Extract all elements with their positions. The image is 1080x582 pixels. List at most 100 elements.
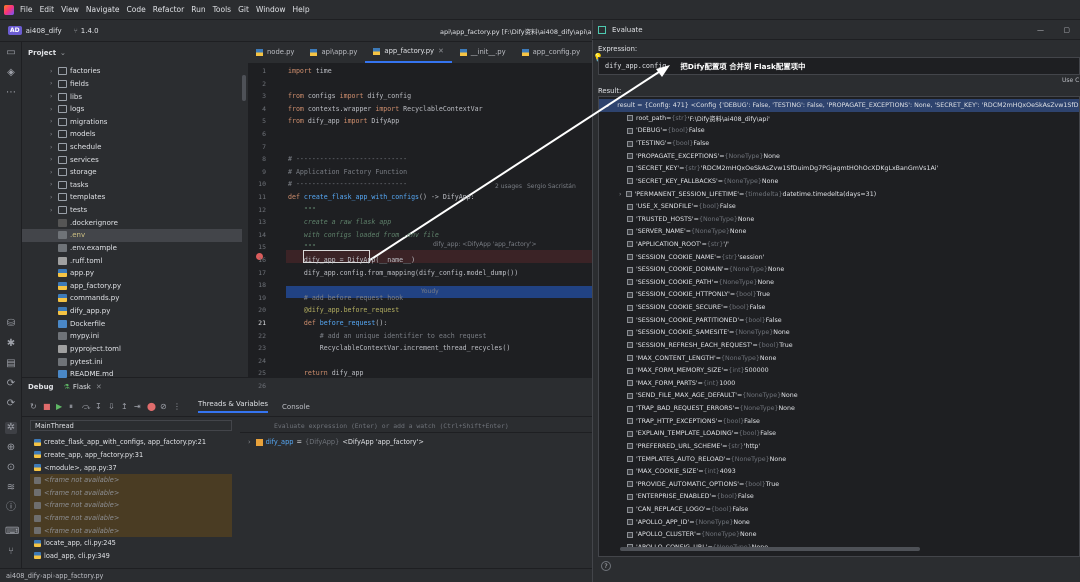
code-line[interactable]: from dify_app import DifyApp: [288, 117, 399, 125]
code-line[interactable]: RecyclableContextVar.increment_thread_re…: [288, 344, 511, 352]
help-icon[interactable]: ?: [601, 561, 611, 571]
result-row[interactable]: 'USE_X_SENDFILE' = {bool} False: [599, 200, 1079, 213]
result-row[interactable]: 'MAX_FORM_MEMORY_SIZE' = {int} 500000: [599, 364, 1079, 377]
result-row[interactable]: 'EXPLAIN_TEMPLATE_LOADING' = {bool} Fals…: [599, 428, 1079, 441]
code-line[interactable]: from configs import dify_config: [288, 92, 411, 100]
breadcrumb-item[interactable]: ai408_dify: [6, 572, 40, 580]
code-line[interactable]: return dify_app: [288, 369, 364, 377]
result-row[interactable]: 'SESSION_COOKIE_NAME' = {str} 'session': [599, 251, 1079, 264]
use-console-label[interactable]: Use C: [1062, 77, 1079, 84]
python-packages-icon[interactable]: ✱: [5, 338, 17, 350]
stack-frame[interactable]: create_flask_app_with_configs, app_facto…: [30, 436, 232, 449]
services-icon[interactable]: ⊕: [5, 442, 17, 454]
breadcrumb-item[interactable]: api: [43, 572, 53, 580]
menu-refactor[interactable]: Refactor: [153, 5, 184, 14]
menu-edit[interactable]: Edit: [40, 5, 55, 14]
view-breakpoints-icon[interactable]: ⬤: [147, 402, 156, 411]
menu-git[interactable]: Git: [238, 5, 249, 14]
project-item[interactable]: README.md: [22, 368, 242, 381]
code-line[interactable]: # ----------------------------: [288, 155, 407, 163]
result-row[interactable]: 'SESSION_COOKIE_HTTPONLY' = {bool} True: [599, 289, 1079, 302]
chevron-right-icon[interactable]: ›: [50, 118, 58, 125]
result-row[interactable]: 'TRAP_BAD_REQUEST_ERRORS' = {NoneType} N…: [599, 402, 1079, 415]
project-item[interactable]: .env: [22, 229, 242, 242]
chevron-right-icon[interactable]: ›: [50, 68, 58, 75]
commit-tool-icon[interactable]: ◈: [5, 67, 17, 79]
result-row[interactable]: 'SECRET_KEY' = {str} 'RDCM2mHQxOeSkAsZvw…: [599, 162, 1079, 175]
step-into-my-code-icon[interactable]: ⇩: [108, 402, 116, 411]
close-icon[interactable]: ✕: [438, 47, 444, 55]
result-row[interactable]: 'PREFERRED_URL_SCHEME' = {str} 'http': [599, 440, 1079, 453]
tab--init-py[interactable]: __init__.py: [452, 41, 514, 63]
chevron-right-icon[interactable]: ›: [50, 181, 58, 188]
chevron-right-icon[interactable]: ›: [248, 438, 251, 446]
code-line[interactable]: # Application Factory Function: [288, 168, 407, 176]
chevron-right-icon[interactable]: ›: [50, 156, 58, 163]
project-item[interactable]: › storage: [22, 166, 242, 179]
code-line[interactable]: # add an unique identifier to each reque…: [288, 332, 487, 340]
result-row[interactable]: 'SESSION_COOKIE_PARTITIONED' = {bool} Fa…: [599, 314, 1079, 327]
variable-row[interactable]: › dify_app = {DifyApp} <DifyApp 'app_fac…: [248, 438, 424, 446]
result-row[interactable]: 'SERVER_NAME' = {NoneType} None: [599, 226, 1079, 239]
project-item[interactable]: Dockerfile: [22, 317, 242, 330]
menu-file[interactable]: File: [20, 5, 33, 14]
result-row[interactable]: 'TEMPLATES_AUTO_RELOAD' = {NoneType} Non…: [599, 453, 1079, 466]
menu-run[interactable]: Run: [191, 5, 205, 14]
tab-api-app-py[interactable]: api\app.py: [302, 41, 365, 63]
minimize-icon[interactable]: —: [1037, 26, 1044, 34]
project-item[interactable]: pyproject.toml: [22, 343, 242, 356]
menu-help[interactable]: Help: [293, 5, 310, 14]
stack-frame[interactable]: <frame not available>: [30, 499, 232, 512]
result-row[interactable]: 'MAX_CONTENT_LENGTH' = {NoneType} None: [599, 352, 1079, 365]
project-item[interactable]: .env.example: [22, 242, 242, 255]
menu-code[interactable]: Code: [127, 5, 146, 14]
code-line[interactable]: # ----------------------------: [288, 180, 407, 188]
result-tree[interactable]: ⌄ result = {Config: 471} <Config {'DEBUG'…: [598, 96, 1080, 557]
code-line[interactable]: # add before request hook: [288, 294, 403, 302]
debug-tool-icon[interactable]: ✲: [5, 422, 17, 434]
result-row[interactable]: 'TRUSTED_HOSTS' = {NoneType} None: [599, 213, 1079, 226]
menu-view[interactable]: View: [61, 5, 79, 14]
code-line[interactable]: """: [288, 243, 316, 251]
menu-tools[interactable]: Tools: [213, 5, 231, 14]
stack-frame[interactable]: <frame not available>: [30, 524, 232, 537]
chevron-right-icon[interactable]: ›: [50, 93, 58, 100]
breadcrumb-item[interactable]: app_factory.py: [55, 572, 103, 580]
result-header-row[interactable]: ⌄ result = {Config: 471} <Config {'DEBUG'…: [599, 99, 1079, 112]
step-into-icon[interactable]: ↧: [95, 402, 103, 411]
project-item[interactable]: › models: [22, 128, 242, 141]
stop-icon[interactable]: ■: [43, 402, 51, 411]
terminal-icon[interactable]: ⌨: [5, 526, 19, 538]
code-line[interactable]: def create_flask_app_with_configs() -> D…: [288, 193, 475, 201]
result-row[interactable]: 'MAX_FORM_PARTS' = {int} 1000: [599, 377, 1079, 390]
chevron-right-icon[interactable]: ›: [50, 106, 58, 113]
maximize-icon[interactable]: ▢: [1063, 26, 1070, 34]
result-row[interactable]: 'APOLLO_APP_ID' = {NoneType} None: [599, 516, 1079, 529]
project-item[interactable]: › tasks: [22, 179, 242, 192]
chevron-down-icon[interactable]: ⌄: [605, 102, 610, 109]
project-item[interactable]: › templates: [22, 191, 242, 204]
project-item[interactable]: pytest.ini: [22, 355, 242, 368]
flask-config-tab[interactable]: Flask: [73, 383, 91, 391]
project-item[interactable]: dify_app.py: [22, 305, 242, 318]
tab-app-factory-py[interactable]: app_factory.py ✕: [365, 41, 452, 63]
result-row[interactable]: 'DEBUG' = {bool} False: [599, 125, 1079, 138]
code-line[interactable]: def before_request():: [288, 319, 387, 327]
chevron-right-icon[interactable]: ›: [50, 80, 58, 87]
result-row[interactable]: › 'PERMANENT_SESSION_LIFETIME' = {timedel…: [599, 188, 1079, 201]
code-line[interactable]: dify_app = DifyApp(__name__): [288, 256, 415, 264]
result-row[interactable]: 'CAN_REPLACE_LOGO' = {bool} False: [599, 503, 1079, 516]
project-item[interactable]: › services: [22, 153, 242, 166]
code-line[interactable]: create a raw flask app: [288, 218, 391, 226]
result-row[interactable]: 'PROVIDE_AUTOMATIC_OPTIONS' = {bool} Tru…: [599, 478, 1079, 491]
stack-frame[interactable]: <frame not available>: [30, 511, 232, 525]
stack-frame[interactable]: <module>, app.py:37: [30, 461, 232, 474]
code-line[interactable]: dify_app.config.from_mapping(dify_config…: [288, 269, 518, 277]
code-line[interactable]: from contexts.wrapper import RecyclableC…: [288, 105, 483, 113]
project-item[interactable]: › libs: [22, 90, 242, 103]
result-row[interactable]: root_path = {str} 'F:\Dify资料\ai408_dify\…: [599, 112, 1079, 125]
code-line[interactable]: with configs loaded from .env file: [288, 231, 439, 239]
chevron-right-icon[interactable]: ›: [50, 144, 58, 151]
project-item[interactable]: .ruff.toml: [22, 254, 242, 267]
expression-input[interactable]: dify_app.config 把Dify配置项 合并到 Flask配置项中: [598, 57, 1080, 75]
